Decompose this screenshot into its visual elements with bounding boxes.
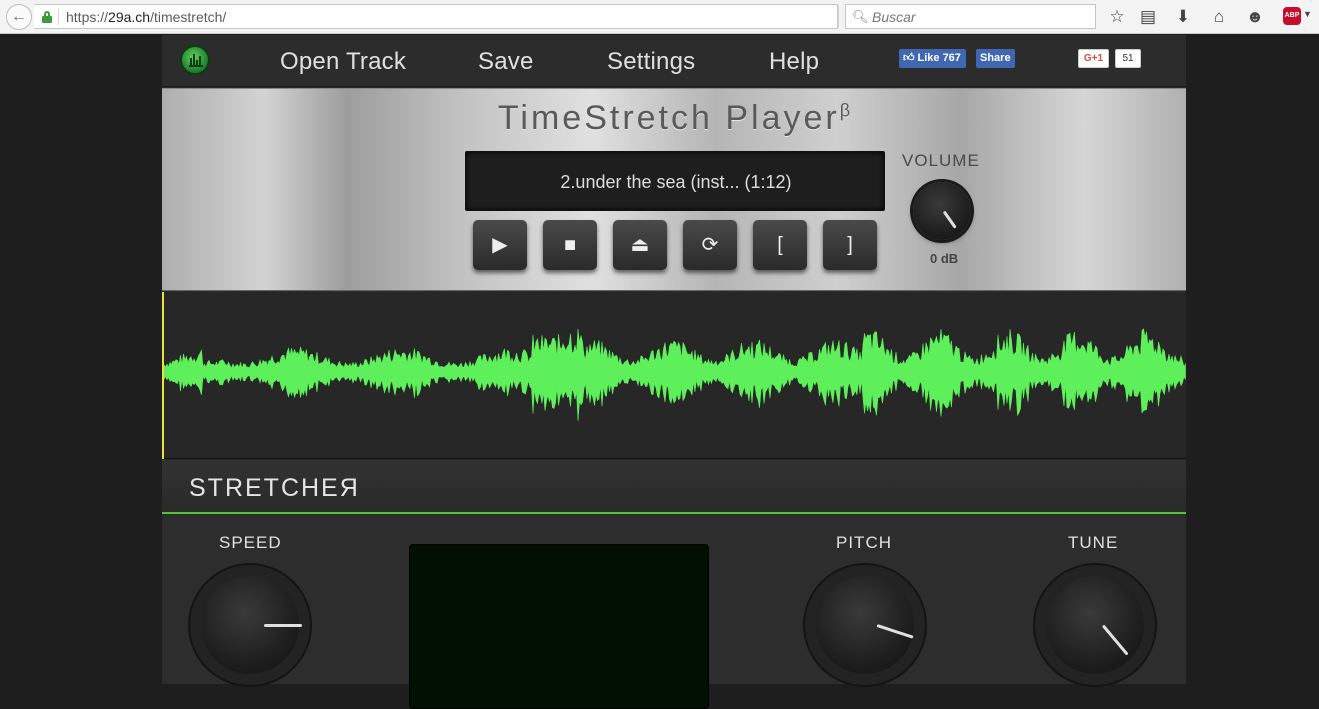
pitch-speed-display[interactable]	[409, 544, 709, 709]
chevron-down-icon[interactable]: ▼	[1303, 9, 1312, 19]
knob-pointer	[1101, 624, 1129, 656]
knob-pointer	[942, 210, 957, 229]
reading-list-icon[interactable]: ▤	[1136, 5, 1160, 29]
tune-knob[interactable]	[1046, 576, 1144, 674]
url-separator	[58, 9, 59, 25]
volume-label: VOLUME	[902, 151, 980, 170]
loop-button[interactable]: ⟳	[683, 220, 737, 270]
adblock-icon[interactable]: ABP	[1283, 7, 1301, 25]
bookmark-star-icon[interactable]: ☆	[1105, 5, 1129, 29]
loop-start-button[interactable]: [	[753, 220, 807, 270]
track-name: 2.under the sea (inst... (1:12)	[560, 172, 792, 192]
volume-knob[interactable]	[913, 182, 971, 240]
url-text: https://29a.ch/timestretch/	[66, 9, 227, 25]
knob-pointer	[264, 624, 302, 627]
stretcher-header: STRETCHEЯ	[162, 460, 1186, 514]
lock-icon	[42, 11, 52, 23]
home-icon[interactable]: ⌂	[1207, 5, 1231, 29]
facebook-share-button[interactable]: Share	[976, 49, 1015, 68]
nav-help[interactable]: Help	[769, 48, 819, 76]
player-panel: TimeStretch Playerβ 2.under the sea (ins…	[162, 88, 1186, 291]
browser-toolbar: ← https://29a.ch/timestretch/ ↻ 🔍︎ Busca…	[0, 0, 1319, 34]
waveform-graphic	[163, 328, 1186, 421]
facebook-like-button[interactable]: 👍︎ Like 767	[899, 49, 966, 68]
google-plus-count: 51	[1115, 49, 1141, 68]
stretcher-title: STRETCHEЯ	[189, 474, 360, 502]
tune-label: TUNE	[1068, 533, 1119, 552]
track-display: 2.under the sea (inst... (1:12)	[465, 151, 885, 211]
address-bar[interactable]: https://29a.ch/timestretch/ ↻	[34, 4, 861, 29]
search-icon: 🔍︎	[852, 9, 869, 24]
nav-save[interactable]: Save	[478, 48, 534, 76]
pitch-label: PITCH	[836, 533, 892, 552]
nav-settings[interactable]: Settings	[607, 48, 695, 76]
stop-button[interactable]: ■	[543, 220, 597, 270]
chat-icon[interactable]: ☻	[1243, 5, 1267, 29]
search-placeholder: Buscar	[872, 9, 916, 25]
back-arrow-icon[interactable]: ←	[6, 4, 32, 30]
thumbs-up-icon: 👍︎	[903, 52, 915, 64]
waveform-view[interactable]	[162, 292, 1186, 459]
knob-pointer	[876, 624, 914, 639]
eject-button[interactable]: ⏏	[613, 220, 667, 270]
speed-knob[interactable]	[201, 576, 302, 674]
google-plus-button[interactable]: G+1	[1078, 49, 1109, 68]
volume-value: 0 dB	[930, 251, 959, 266]
stretcher-panel: STRETCHEЯ SPEED PITCH TUNE	[162, 460, 1186, 709]
timestretch-app: Open Track Save Settings Help 👍︎ Like 767…	[162, 35, 1186, 709]
app-logo-icon[interactable]	[180, 45, 210, 75]
playhead[interactable]	[162, 292, 164, 459]
pitch-knob[interactable]	[816, 576, 914, 674]
download-icon[interactable]: ⬇	[1171, 5, 1195, 29]
nav-open-track[interactable]: Open Track	[280, 48, 406, 76]
play-button[interactable]: ▶	[473, 220, 527, 270]
navbar: Open Track Save Settings Help 👍︎ Like 767…	[162, 35, 1186, 87]
speed-label: SPEED	[219, 533, 282, 552]
loop-end-button[interactable]: ]	[823, 220, 877, 270]
player-title: TimeStretch Playerβ	[497, 99, 851, 137]
search-input[interactable]: 🔍︎ Buscar	[845, 4, 1096, 29]
